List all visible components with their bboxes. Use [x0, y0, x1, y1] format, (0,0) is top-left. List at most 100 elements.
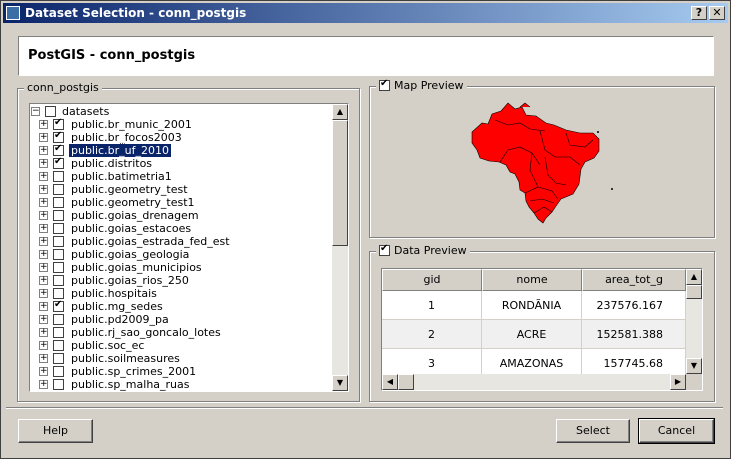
tree-item-checkbox[interactable] — [53, 210, 64, 221]
tree-item[interactable]: + public.goias_geologia — [30, 248, 333, 261]
tree-item[interactable]: + public.geometry_test1 — [30, 196, 333, 209]
dataset-tree[interactable]: − datasets + public.br_munic_2001 + public.br… — [29, 103, 349, 392]
brazil-map-shape — [471, 102, 600, 224]
tree-item[interactable]: + public.geometry_test — [30, 183, 333, 196]
tree-item[interactable]: + public.soc_ec — [30, 339, 333, 352]
tree-vertical-scrollbar[interactable]: ▲ ▼ — [332, 104, 348, 391]
scroll-thumb[interactable] — [686, 285, 702, 299]
scroll-right-arrow-icon[interactable]: ▶ — [670, 374, 686, 390]
tree-item[interactable]: + public.mg_sedes — [30, 299, 333, 313]
tree-item[interactable]: + public.br_munic_2001 — [30, 117, 333, 131]
tree-item[interactable]: + public.goias_estacoes — [30, 222, 333, 235]
tree-item-checkbox[interactable] — [53, 275, 64, 286]
tree-item-checkbox[interactable] — [53, 223, 64, 234]
tree-item-checkbox[interactable] — [53, 262, 64, 273]
expand-icon[interactable]: + — [39, 380, 48, 389]
expand-icon[interactable]: + — [39, 315, 48, 324]
tree-item-checkbox[interactable] — [53, 353, 64, 364]
expand-icon[interactable]: + — [39, 276, 48, 285]
table-cell[interactable]: 1 — [382, 291, 482, 320]
expand-icon[interactable]: + — [39, 185, 48, 194]
scroll-thumb[interactable] — [398, 374, 414, 390]
expand-icon[interactable]: + — [39, 328, 48, 337]
expand-icon[interactable]: + — [39, 224, 48, 233]
expand-icon[interactable]: + — [39, 354, 48, 363]
tree-item-checkbox[interactable] — [53, 130, 64, 143]
tree-item-checkbox[interactable] — [53, 327, 64, 338]
tree-item-checkbox[interactable] — [53, 314, 64, 325]
expand-icon[interactable]: + — [39, 120, 48, 129]
tree-item-checkbox[interactable] — [53, 171, 64, 182]
tree-item[interactable]: + public.br_uf_2010 — [30, 143, 333, 158]
tree-item-checkbox[interactable] — [53, 249, 64, 260]
tree-item[interactable]: + public.goias_estrada_fed_est — [30, 235, 333, 248]
scroll-down-arrow-icon[interactable]: ▼ — [686, 358, 702, 374]
tree-item-checkbox[interactable] — [53, 340, 64, 351]
table-cell[interactable]: 237576.167 — [582, 291, 686, 320]
tree-item[interactable]: + public.batimetria1 — [30, 170, 333, 183]
table-cell[interactable]: 152581.388 — [582, 320, 686, 349]
expand-icon[interactable]: + — [39, 172, 48, 181]
table-vertical-scrollbar[interactable]: ▲ ▼ — [686, 269, 702, 374]
data-preview-checkbox[interactable] — [379, 243, 390, 256]
collapse-icon[interactable]: − — [31, 107, 40, 116]
tree-item[interactable]: + public.distritos — [30, 156, 333, 170]
scroll-up-arrow-icon[interactable]: ▲ — [686, 269, 702, 285]
tree-item-checkbox[interactable] — [53, 379, 64, 390]
tree-item-checkbox[interactable] — [53, 236, 64, 247]
table-cell[interactable]: ACRE — [482, 320, 582, 349]
scroll-left-arrow-icon[interactable]: ◀ — [382, 374, 398, 390]
expand-icon[interactable]: + — [39, 133, 48, 142]
tree-item-checkbox[interactable] — [53, 288, 64, 299]
expand-icon[interactable]: + — [39, 146, 48, 155]
expand-icon[interactable]: + — [39, 367, 48, 376]
scroll-down-arrow-icon[interactable]: ▼ — [332, 375, 348, 391]
tree-item[interactable]: + public.pd2009_pa — [30, 313, 333, 326]
select-button[interactable]: Select — [556, 419, 630, 443]
expand-icon[interactable]: + — [39, 341, 48, 350]
tree-item-checkbox[interactable] — [53, 299, 64, 312]
tree-root-checkbox[interactable] — [45, 106, 56, 117]
expand-icon[interactable]: + — [39, 289, 48, 298]
tree-item[interactable]: + public.br_focos2003 — [30, 130, 333, 144]
tree-item[interactable]: + public.goias_municipios — [30, 261, 333, 274]
help-button[interactable]: Help — [18, 419, 93, 443]
title-bar[interactable]: Dataset Selection - conn_postgis ? ✕ — [3, 3, 728, 23]
tree-item-checkbox[interactable] — [53, 117, 64, 130]
tree-item-checkbox[interactable] — [53, 156, 64, 169]
scroll-up-arrow-icon[interactable]: ▲ — [332, 104, 348, 120]
tree-item[interactable]: + public.goias_drenagem — [30, 209, 333, 222]
tree-item-label: public.geometry_test — [71, 183, 188, 196]
expand-icon[interactable]: + — [39, 198, 48, 207]
tree-item[interactable]: + public.sp_crimes_2001 — [30, 365, 333, 378]
help-title-button[interactable]: ? — [691, 6, 707, 20]
expand-icon[interactable]: + — [39, 302, 48, 311]
table-cell[interactable]: 2 — [382, 320, 482, 349]
expand-icon[interactable]: + — [39, 237, 48, 246]
tree-root-datasets[interactable]: − datasets — [30, 105, 333, 118]
column-header-gid[interactable]: gid — [382, 269, 482, 291]
tree-item[interactable]: + public.sp_malha_ruas — [30, 378, 333, 391]
expand-icon[interactable]: + — [39, 263, 48, 272]
tree-item-checkbox[interactable] — [53, 143, 64, 156]
data-preview-legend: Data Preview — [376, 243, 470, 257]
tree-item-checkbox[interactable] — [53, 184, 64, 195]
column-header-area-tot-g[interactable]: area_tot_g — [582, 269, 686, 291]
column-header-nome[interactable]: nome — [482, 269, 582, 291]
tree-item[interactable]: + public.soilmeasures — [30, 352, 333, 365]
tree-item[interactable]: + public.hospitais — [30, 287, 333, 300]
expand-icon[interactable]: + — [39, 159, 48, 168]
map-preview-checkbox[interactable] — [379, 78, 390, 91]
tree-item-checkbox[interactable] — [53, 197, 64, 208]
close-icon[interactable]: ✕ — [709, 6, 725, 20]
cancel-button[interactable]: Cancel — [638, 418, 715, 444]
tree-item[interactable]: + public.goias_rios_250 — [30, 274, 333, 287]
tree-item[interactable]: + public.rj_sao_goncalo_lotes — [30, 326, 333, 339]
data-preview-table[interactable]: gid nome area_tot_g 1 RONDÃNIA 237576.16… — [381, 268, 703, 391]
expand-icon[interactable]: + — [39, 211, 48, 220]
scroll-thumb[interactable] — [332, 120, 348, 246]
expand-icon[interactable]: + — [39, 250, 48, 259]
table-cell[interactable]: RONDÃNIA — [482, 291, 582, 320]
tree-item-checkbox[interactable] — [53, 366, 64, 377]
table-horizontal-scrollbar[interactable]: ◀ ▶ — [382, 374, 686, 390]
